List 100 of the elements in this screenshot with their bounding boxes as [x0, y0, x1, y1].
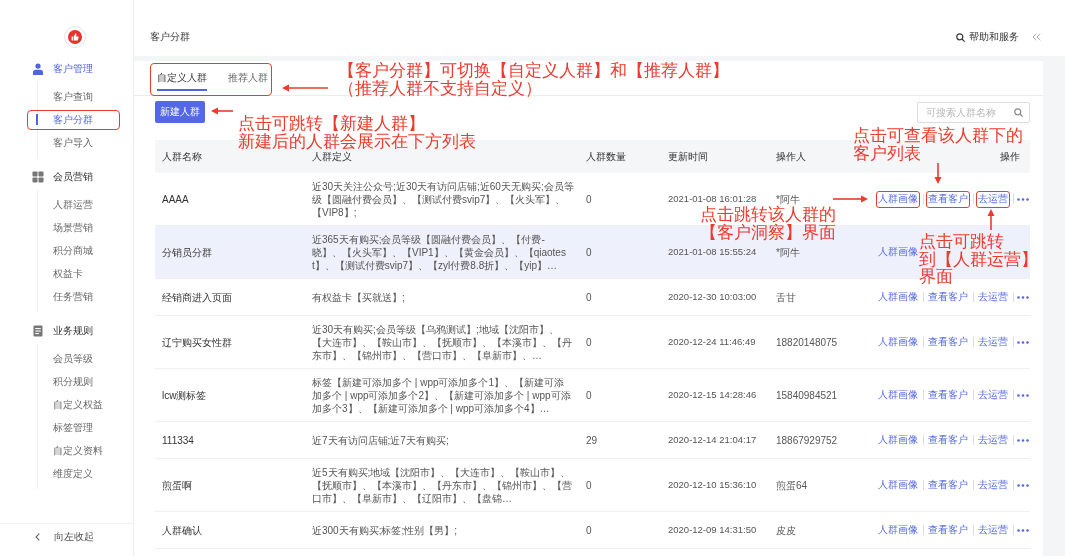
group-name: 煎蛋啊	[162, 478, 192, 492]
right-arrow-icon	[833, 195, 868, 203]
more-icon[interactable]	[1017, 197, 1029, 201]
logo-icon	[64, 26, 86, 48]
tab[interactable]: 自定义人群	[156, 71, 207, 91]
group-definition: 近300天有购买;标签;性别【男】;	[312, 523, 458, 537]
menu-item[interactable]: 自定义资料	[27, 441, 120, 461]
operator-name: 18867929752	[776, 433, 838, 447]
update-time: 2020-12-30 10:03:00	[668, 291, 757, 303]
more-icon[interactable]	[1017, 295, 1029, 299]
update-time: 2021-01-08 15:55:24	[668, 246, 757, 258]
action-link[interactable]: 查看客户	[926, 333, 970, 351]
left-arrow-icon	[211, 107, 233, 115]
menu-item[interactable]: 任务营销	[27, 287, 120, 307]
menu-item[interactable]: 维度定义	[27, 464, 120, 484]
action-link[interactable]: 人群画像	[876, 190, 920, 208]
document-icon	[32, 325, 44, 337]
group-name: 分销员分群	[162, 245, 212, 259]
update-time: 2020-12-14 21:04:17	[668, 434, 757, 446]
operator-name: *阿牛	[776, 192, 800, 205]
more-icon[interactable]	[1017, 483, 1029, 487]
search-icon	[1014, 107, 1023, 117]
more-icon[interactable]	[1017, 393, 1029, 397]
operator-name: *阿牛	[776, 245, 800, 259]
annotation-text: （推荐人群不支持自定义）	[338, 79, 542, 97]
action-link[interactable]: 去运营	[976, 521, 1010, 539]
create-group-button[interactable]: 新建人群	[155, 101, 205, 123]
menu-item[interactable]: 客户导入	[27, 133, 120, 153]
annotation-text: 点击可跳转	[919, 233, 1004, 251]
menu-heading[interactable]: 客户管理	[32, 56, 93, 82]
group-name: AAAA	[162, 192, 189, 206]
operator-name: 15840984521	[776, 388, 838, 402]
menu-item[interactable]: 标签管理	[27, 418, 120, 438]
grid-icon	[32, 171, 44, 183]
update-time: 2020-12-10 15:36:10	[668, 479, 757, 491]
group-count: 0	[586, 388, 592, 402]
action-link[interactable]: 去运营	[976, 333, 1010, 351]
group-name: 辽宁购买女性群	[162, 335, 232, 349]
update-time: 2020-12-15 14:28:46	[668, 389, 757, 401]
action-link[interactable]: 人群画像	[876, 243, 920, 261]
chevron-left-icon	[35, 533, 40, 541]
menu-item[interactable]: 积分商城	[27, 241, 120, 261]
group-count: 0	[586, 245, 592, 259]
operator-name: 煎蛋64	[776, 478, 808, 492]
action-link[interactable]: 查看客户	[926, 476, 970, 494]
operator-name: 皮皮	[776, 523, 796, 537]
action-link[interactable]: 查看客户	[926, 521, 970, 539]
menu-item[interactable]: 客户分群	[27, 110, 120, 130]
annotation-text: 点击可跳转【新建人群】	[238, 115, 425, 133]
search-icon	[956, 32, 965, 42]
action-link[interactable]: 去运营	[976, 476, 1010, 494]
action-link[interactable]: 查看客户	[926, 386, 970, 404]
menu-item[interactable]: 客户查询	[27, 87, 120, 107]
update-time: 2020-12-24 11:46:49	[668, 336, 756, 348]
menu-item[interactable]: 人群运营	[27, 195, 120, 215]
operator-name: 18820148075	[776, 335, 838, 349]
action-link[interactable]: 人群画像	[876, 386, 920, 404]
action-link[interactable]: 人群画像	[876, 476, 920, 494]
action-link[interactable]: 去运营	[976, 386, 1010, 404]
column-header: 更新时间	[668, 150, 708, 163]
menu-heading[interactable]: 业务规则	[32, 318, 93, 344]
action-link[interactable]: 人群画像	[876, 521, 920, 539]
collapse-button[interactable]: 向左收起	[35, 524, 94, 550]
more-icon[interactable]	[1017, 438, 1029, 442]
action-link[interactable]: 去运营	[976, 431, 1010, 449]
group-name: 人群确认	[162, 523, 202, 537]
column-header: 人群数量	[586, 150, 626, 163]
annotation-text: 界面	[919, 268, 953, 286]
action-link[interactable]: 人群画像	[876, 288, 920, 306]
operator-name: 舌甘	[776, 290, 796, 304]
annotation-text: 新建后的人群会展示在下方列表	[238, 132, 476, 150]
action-link[interactable]: 去运营	[976, 190, 1010, 208]
annotation-text: 到【人群运营】	[919, 250, 1038, 268]
group-definition: 近365天有购买;会员等级【圆融付费会员】、【付费-晓】、【火头军】、【VIP1】、【黄金会员】、【qiaotest】、【测试付费svip7】、【zyl付费8.8折】、【yip】…	[312, 232, 567, 272]
page-title: 客户分群	[150, 31, 190, 43]
action-link[interactable]: 查看客户	[926, 288, 970, 306]
menu-item[interactable]: 场景营销	[27, 218, 120, 238]
action-link[interactable]: 人群画像	[876, 333, 920, 351]
action-link[interactable]: 人群画像	[876, 431, 920, 449]
tab[interactable]: 推荐人群	[227, 71, 268, 91]
menu-heading[interactable]: 会员营销	[32, 164, 93, 190]
action-link[interactable]: 查看客户	[926, 190, 970, 208]
annotation-text: 【客户分群】可切换【自定义人群】和【推荐人群】	[338, 62, 729, 80]
action-link[interactable]: 查看客户	[926, 431, 970, 449]
column-header: 操作	[1000, 150, 1020, 163]
menu-item[interactable]: 权益卡	[27, 264, 120, 284]
search-field[interactable]: 可搜索人群名称	[917, 101, 1030, 123]
group-definition: 近30天关注公众号;近30天有访问店铺;近60天无购买;会员等级【圆融付费会员】、【测试付费svip7】、【火头军】、【VIP8】;	[312, 179, 574, 219]
more-icon[interactable]	[1017, 340, 1029, 344]
help-link[interactable]: 帮助和服务	[956, 31, 1019, 43]
menu-item[interactable]: 会员等级	[27, 349, 120, 369]
annotation-text: 客户列表	[853, 144, 921, 162]
annotation-text: 点击跳转该人群的	[700, 206, 836, 224]
column-header: 操作人	[776, 150, 806, 163]
group-definition: 有权益卡【买就送】;	[312, 290, 405, 304]
more-icon[interactable]	[1017, 528, 1029, 532]
group-name: lcw测标签	[162, 388, 207, 402]
menu-item[interactable]: 自定义权益	[27, 395, 120, 415]
action-link[interactable]: 去运营	[976, 288, 1010, 306]
menu-item[interactable]: 积分规则	[27, 372, 120, 392]
